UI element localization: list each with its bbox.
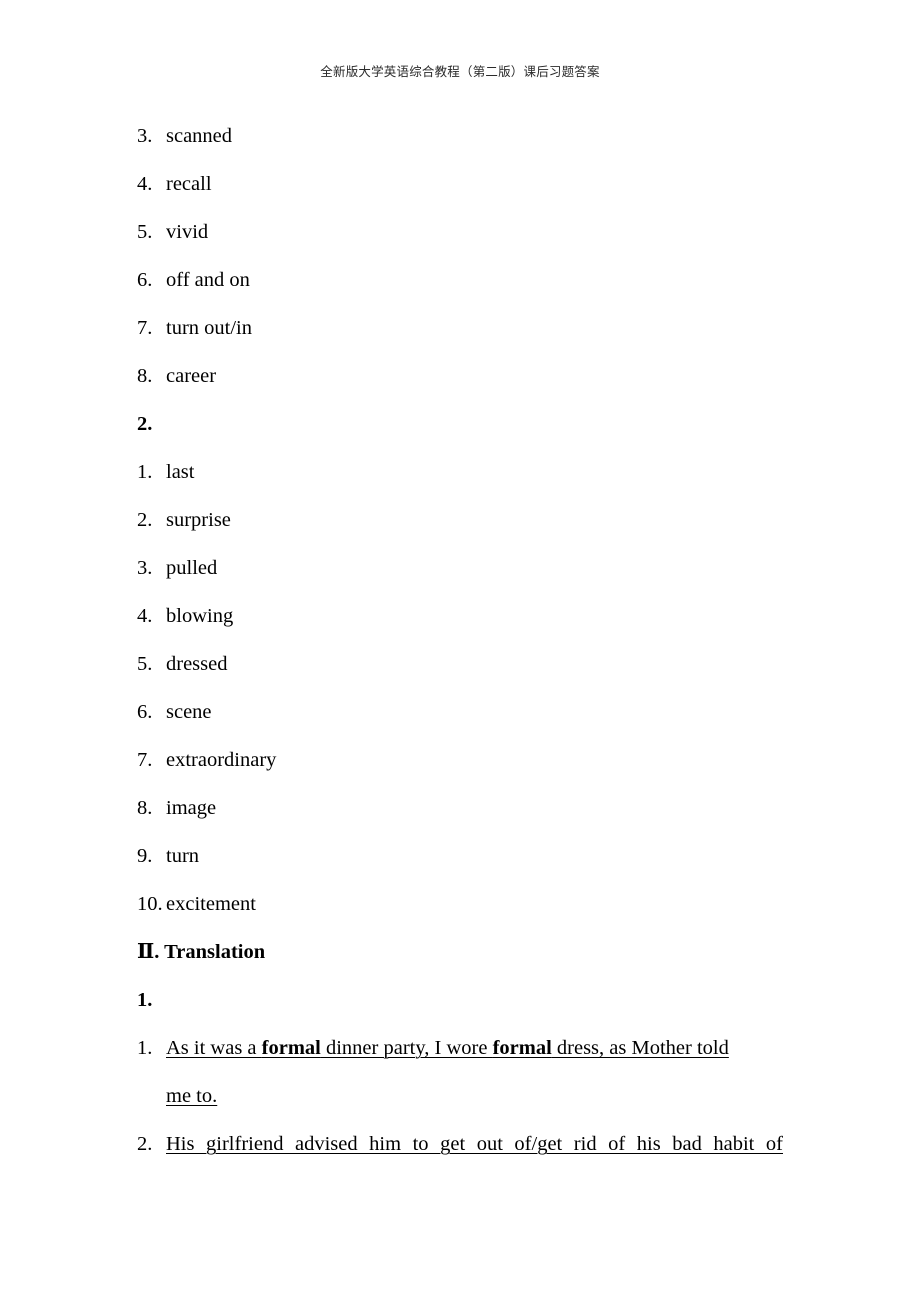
running-header: 全新版大学英语综合教程（第二版）课后习题答案 xyxy=(320,64,600,79)
document-page: 全新版大学英语综合教程（第二版）课后习题答案 3. scanned 4. rec… xyxy=(0,0,920,1302)
list-item-text: excitement xyxy=(166,893,256,915)
list-item: 6. scene xyxy=(137,688,783,736)
translation-item: 1. As it was a formal dinner party, I wo… xyxy=(137,1024,783,1120)
list-marker: 9. xyxy=(137,845,153,867)
list-item-text: scanned xyxy=(166,125,233,147)
list-item: 9. turn xyxy=(137,832,783,880)
list-marker: 6. xyxy=(137,269,153,291)
list-item: 7. extraordinary xyxy=(137,736,783,784)
list-item-text: turn out/in xyxy=(166,317,252,339)
list-item: 10. excitement xyxy=(137,880,783,928)
translation-sentence-text: His girlfriend advised him to get out of… xyxy=(166,1133,783,1155)
list-item-text: off and on xyxy=(166,269,250,291)
sentence-part: dinner party, I wore xyxy=(320,1037,493,1059)
list-item-text: blowing xyxy=(166,605,234,627)
list-marker: 6. xyxy=(137,701,153,723)
list-item: 3. scanned xyxy=(137,112,783,160)
section-heading-translation: Ⅱ. Translation xyxy=(137,941,266,963)
sentence-part: As it was a xyxy=(166,1037,262,1059)
list-item: 1. last xyxy=(137,448,783,496)
list-item: 7. turn out/in xyxy=(137,304,783,352)
bold-term: formal xyxy=(492,1037,552,1059)
list-item: 5. dressed xyxy=(137,640,783,688)
list-item: 6. off and on xyxy=(137,256,783,304)
list-item: 8. image xyxy=(137,784,783,832)
translation-item: 2. His girlfriend advised him to get out… xyxy=(137,1120,783,1168)
list-marker: 8. xyxy=(137,797,153,819)
list-marker: 4. xyxy=(137,605,153,627)
document-body: 3. scanned 4. recall 5. vivid 6. off and… xyxy=(137,112,783,1168)
list-marker: 3. xyxy=(137,557,153,579)
list-item-text: last xyxy=(166,461,195,483)
list-marker: 1. xyxy=(137,1037,153,1059)
list-marker: 5. xyxy=(137,221,153,243)
sentence-part: me to. xyxy=(166,1085,218,1107)
list-marker: 10. xyxy=(137,893,163,915)
list-marker: 2. xyxy=(137,1133,153,1155)
list-item-text: scene xyxy=(166,701,212,723)
list-item-text: surprise xyxy=(166,509,231,531)
list-marker: 3. xyxy=(137,125,153,147)
list-marker: 5. xyxy=(137,653,153,675)
section-heading-2: 2. xyxy=(137,413,153,435)
list-item: 3. pulled xyxy=(137,544,783,592)
list-item-text: image xyxy=(166,797,217,819)
list-marker: 4. xyxy=(137,173,153,195)
list-item: 8. career xyxy=(137,352,783,400)
list-item-text: vivid xyxy=(166,221,209,243)
list-item: 5. vivid xyxy=(137,208,783,256)
translation-subheading: 1. xyxy=(137,989,153,1011)
list-item: 4. blowing xyxy=(137,592,783,640)
list-item: 2. surprise xyxy=(137,496,783,544)
list-marker: 7. xyxy=(137,749,153,771)
list-item-text: extraordinary xyxy=(166,749,277,771)
sentence-part: dress, as Mother told xyxy=(551,1037,729,1059)
list-marker: 1. xyxy=(137,461,153,483)
list-marker: 2. xyxy=(137,509,153,531)
list-item-text: dressed xyxy=(166,653,228,675)
list-item-text: recall xyxy=(166,173,212,195)
translation-sentence-text: As it was a formal dinner party, I wore … xyxy=(166,1024,783,1120)
list-item-text: turn xyxy=(166,845,200,867)
list-item-text: career xyxy=(166,365,217,387)
list-item-text: pulled xyxy=(166,557,218,579)
list-marker: 7. xyxy=(137,317,153,339)
bold-term: formal xyxy=(261,1037,321,1059)
list-item: 4. recall xyxy=(137,160,783,208)
list-marker: 8. xyxy=(137,365,153,387)
